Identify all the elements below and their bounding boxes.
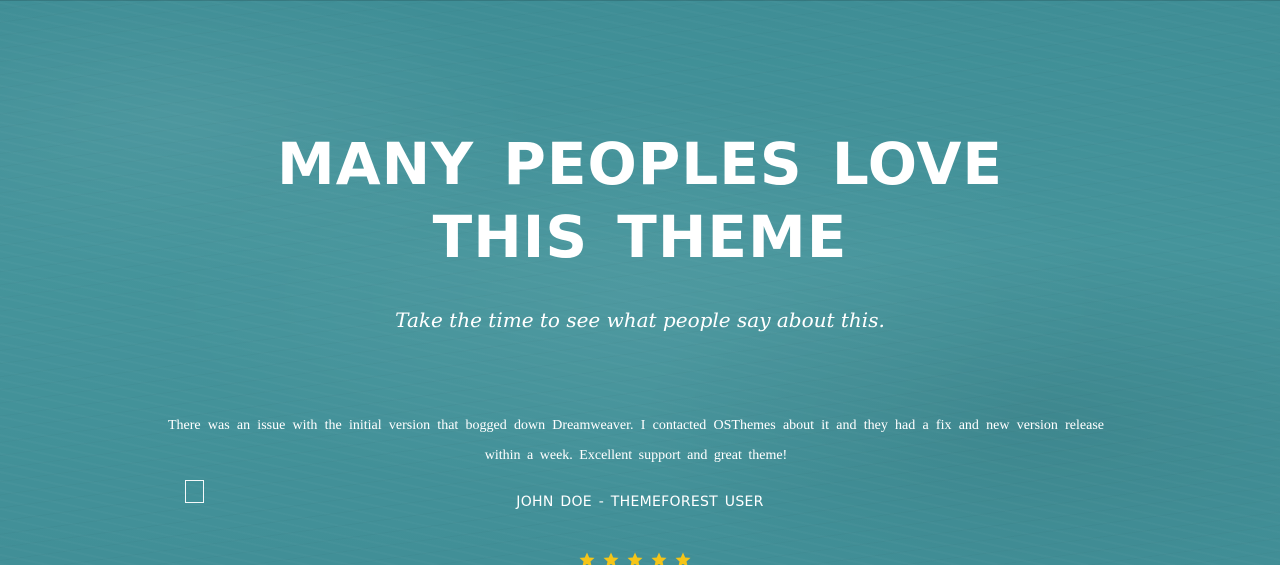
star-rating	[578, 551, 702, 565]
testimonial-author: JOHN DOE - THEMEFOREST USER	[516, 494, 764, 510]
section-subtitle: Take the time to see what people say abo…	[395, 308, 885, 332]
star-icon	[627, 552, 643, 565]
testimonial-section: MANY PEOPLES LOVE THIS THEME Take the ti…	[0, 0, 1280, 565]
testimonial-quote: There was an issue with the initial vers…	[168, 418, 1104, 463]
top-divider	[0, 0, 1280, 1]
star-icon	[603, 552, 619, 565]
star-icon	[579, 552, 595, 565]
section-headline: MANY PEOPLES LOVE THIS THEME	[277, 130, 1003, 271]
star-icon	[651, 552, 667, 565]
star-icon	[675, 552, 691, 565]
